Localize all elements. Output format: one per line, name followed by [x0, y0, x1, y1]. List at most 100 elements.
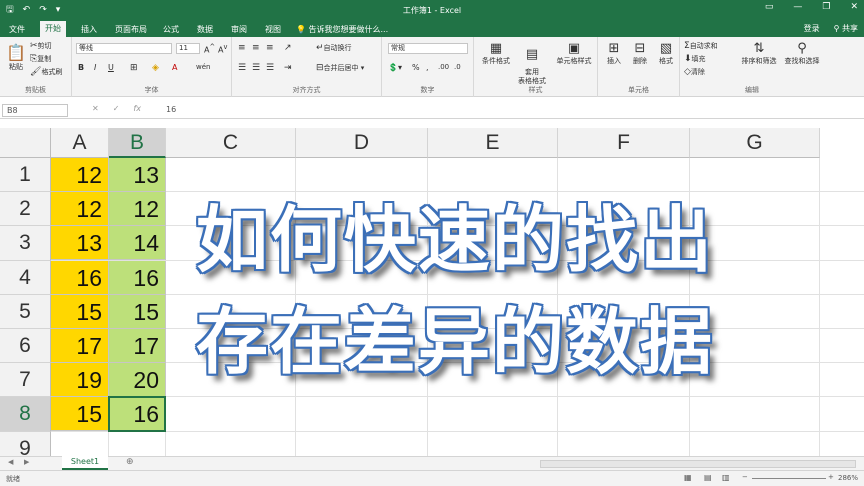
formula-input[interactable]: 16 [166, 104, 176, 115]
close-icon[interactable]: ✕ [850, 2, 858, 12]
horizontal-scrollbar[interactable] [540, 460, 856, 468]
italic-icon[interactable]: I [94, 63, 96, 72]
border-icon[interactable]: ⊞ [130, 63, 138, 73]
page-layout-view-icon[interactable]: ▤ [704, 473, 712, 482]
cell-a3[interactable]: 13 [51, 226, 109, 261]
row-header-4[interactable]: 4 [0, 260, 51, 295]
prev-sheet-icon[interactable]: ◀ [8, 458, 13, 466]
login-link[interactable]: 登录 [804, 23, 820, 34]
cut-button[interactable]: ✂剪切 [30, 41, 52, 51]
paste-button[interactable]: 📋 粘贴 [6, 43, 26, 72]
indent-icon[interactable]: ⇥ [284, 63, 292, 73]
row-header-3[interactable]: 3 [0, 226, 51, 261]
row-header-8[interactable]: 8 [0, 397, 51, 432]
tab-review[interactable]: 审阅 [226, 23, 252, 37]
column-header-a[interactable]: A [51, 128, 109, 158]
tab-home[interactable]: 开始 [40, 21, 66, 37]
autosum-button[interactable]: Σ自动求和 [684, 41, 718, 51]
column-header-g[interactable]: G [690, 128, 820, 158]
tab-formulas[interactable]: 公式 [158, 23, 184, 37]
underline-icon[interactable]: U [108, 63, 114, 72]
row-header-1[interactable]: 1 [0, 158, 51, 193]
clear-button[interactable]: ◇清除 [684, 67, 705, 77]
zoom-level[interactable]: 286% [838, 474, 858, 482]
zoom-slider[interactable] [752, 478, 826, 479]
cell-styles-button[interactable]: ▣ 单元格样式 [552, 41, 596, 66]
align-right-icon[interactable]: ☰ [266, 63, 274, 73]
align-bottom-icon[interactable]: ≡ [266, 43, 274, 53]
merge-center-button[interactable]: ⊟合并后居中 ▾ [316, 63, 364, 73]
phonetic-icon[interactable]: wén [196, 63, 210, 71]
align-left-icon[interactable]: ☰ [238, 63, 246, 73]
row-header-6[interactable]: 6 [0, 329, 51, 364]
increase-decimal-icon[interactable]: .00 [438, 63, 449, 71]
number-format-select[interactable]: 常规 [388, 43, 468, 54]
page-break-view-icon[interactable]: ▥ [722, 473, 730, 482]
enter-icon[interactable]: ✓ [113, 104, 120, 113]
column-header-d[interactable]: D [296, 128, 428, 158]
cell-b5[interactable]: 15 [109, 294, 166, 329]
cell-b3[interactable]: 14 [109, 226, 166, 261]
restore-icon[interactable]: ❐ [822, 2, 830, 12]
cell-b7[interactable]: 20 [109, 363, 166, 398]
cancel-icon[interactable]: ✕ [92, 104, 99, 113]
column-header-f[interactable]: F [558, 128, 690, 158]
grow-font-icon[interactable]: A^ [204, 43, 215, 55]
ribbon-display-icon[interactable]: ▭ [765, 2, 774, 12]
row-header-7[interactable]: 7 [0, 363, 51, 398]
format-cells-button[interactable]: ▧ 格式 [654, 41, 678, 66]
wrap-text-button[interactable]: ↵自动换行 [316, 43, 352, 53]
column-header-e[interactable]: E [428, 128, 558, 158]
font-size-select[interactable]: 11 [176, 43, 200, 54]
font-color-icon[interactable]: A [172, 63, 177, 72]
font-name-select[interactable]: 等线 [76, 43, 172, 54]
shrink-font-icon[interactable]: Av [218, 43, 227, 55]
bold-icon[interactable]: B [78, 63, 84, 72]
decrease-decimal-icon[interactable]: .0 [454, 63, 461, 71]
tab-data[interactable]: 数据 [192, 23, 218, 37]
delete-cells-button[interactable]: ⊟ 删除 [628, 41, 652, 66]
tab-view[interactable]: 视图 [260, 23, 286, 37]
row-header-2[interactable]: 2 [0, 192, 51, 227]
conditional-format-button[interactable]: ▦ 条件格式 [478, 41, 514, 66]
format-painter-button[interactable]: 🖌格式刷 [30, 67, 62, 77]
share-button[interactable]: ⚲ 共享 [834, 23, 858, 34]
cell-a6[interactable]: 17 [51, 329, 109, 363]
fx-icon[interactable]: fx [133, 104, 141, 113]
cell-a8[interactable]: 15 [51, 397, 109, 432]
align-center-icon[interactable]: ☰ [252, 63, 260, 73]
orientation-icon[interactable]: ↗ [284, 43, 292, 53]
sheet-tab-sheet1[interactable]: Sheet1 [62, 456, 108, 470]
cell-a7[interactable]: 19 [51, 363, 109, 398]
tab-insert[interactable]: 插入 [76, 23, 102, 37]
cell-b2[interactable]: 12 [109, 192, 166, 227]
zoom-out-icon[interactable]: − [742, 473, 748, 481]
tab-page-layout[interactable]: 页面布局 [110, 23, 152, 37]
worksheet-grid[interactable]: ABCDEFG 123456789 12 12 13 16 15 17 19 15 13 12 14… [0, 128, 864, 456]
cell-b6[interactable]: 17 [109, 329, 166, 363]
align-middle-icon[interactable]: ≡ [252, 43, 260, 53]
cell-a1[interactable]: 12 [51, 158, 109, 192]
cell-a2[interactable]: 12 [51, 192, 109, 227]
normal-view-icon[interactable]: ▦ [684, 473, 692, 482]
cell-a4[interactable]: 16 [51, 260, 109, 295]
align-top-icon[interactable]: ≡ [238, 43, 246, 53]
fill-button[interactable]: ⬇填充 [684, 54, 706, 64]
select-all-corner[interactable] [0, 128, 51, 158]
row-header-5[interactable]: 5 [0, 294, 51, 329]
next-sheet-icon[interactable]: ▶ [24, 458, 29, 466]
cell-b1[interactable]: 13 [109, 158, 166, 192]
find-select-button[interactable]: ⚲ 查找和选择 [782, 41, 822, 66]
new-sheet-icon[interactable]: ⊕ [126, 457, 134, 467]
minimize-icon[interactable]: — [793, 2, 802, 12]
tab-file[interactable]: 文件 [4, 23, 30, 37]
fill-color-icon[interactable]: ◈ [152, 63, 159, 73]
percent-icon[interactable]: % [412, 63, 420, 72]
tell-me-box[interactable]: 💡 告诉我您想要做什么... [296, 24, 388, 35]
column-header-b[interactable]: B [109, 128, 166, 158]
insert-cells-button[interactable]: ⊞ 插入 [602, 41, 626, 66]
row-header-9[interactable]: 9 [0, 431, 51, 456]
sort-filter-button[interactable]: ⇅ 排序和筛选 [738, 41, 780, 66]
currency-icon[interactable]: 💲▾ [388, 63, 402, 72]
copy-button[interactable]: ⎘复制 [30, 54, 51, 64]
